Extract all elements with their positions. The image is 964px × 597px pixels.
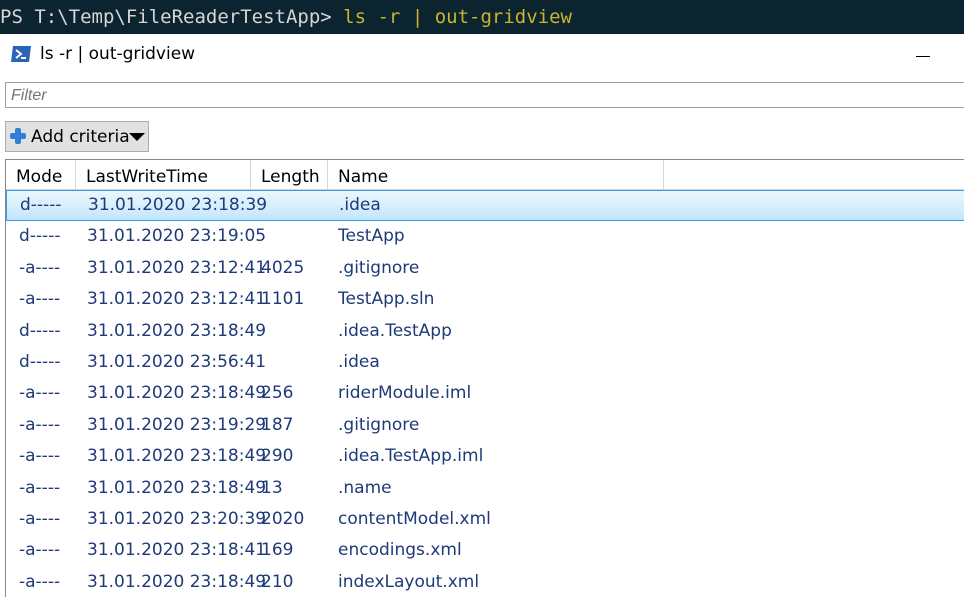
cell-lastwritetime: 31.01.2020 23:18:49 <box>87 446 267 467</box>
data-grid: Mode LastWriteTime Length Name d----- 31.… <box>5 159 964 597</box>
terminal-command: ls -r <box>343 6 401 28</box>
column-header-mode[interactable]: Mode <box>6 160 76 190</box>
window-title: ls -r | out-gridview <box>40 44 196 64</box>
cell-mode: -a---- <box>19 414 61 435</box>
gridview-window: ls -r | out-gridview Add criteria Mode L… <box>0 34 964 597</box>
cell-mode: d----- <box>19 226 61 247</box>
triangle-down-icon <box>129 133 145 141</box>
cell-length: 13 <box>261 477 283 498</box>
add-criteria-button[interactable]: Add criteria <box>5 121 149 152</box>
cell-length: 4025 <box>261 257 305 278</box>
cell-mode: -a---- <box>19 571 61 592</box>
terminal-line: PS T:\Temp\FileReaderTestApp> ls -r | ou… <box>0 0 964 34</box>
terminal-pipe: | <box>400 6 435 28</box>
table-row[interactable]: -a---- 31.01.2020 23:19:29 187 .gitignore <box>6 410 964 441</box>
cell-lastwritetime: 31.01.2020 23:56:41 <box>87 352 267 372</box>
cell-name: riderModule.iml <box>338 383 472 404</box>
cell-name: indexLayout.xml <box>338 571 480 592</box>
column-header-length[interactable]: Length <box>251 160 328 190</box>
title-bar[interactable]: ls -r | out-gridview <box>0 34 964 78</box>
cell-lastwritetime: 31.01.2020 23:18:49 <box>87 320 267 341</box>
cell-mode: -a---- <box>19 540 61 561</box>
table-row[interactable]: -a---- 31.01.2020 23:20:39 2020 contentMode… <box>6 504 964 535</box>
cell-name: .gitignore <box>338 414 420 435</box>
powershell-icon <box>10 45 32 63</box>
cell-name: .name <box>338 477 392 498</box>
table-row[interactable]: d----- 31.01.2020 23:19:05 TestApp <box>6 221 964 252</box>
table-row[interactable]: -a---- 31.01.2020 23:12:41 4025 .gitignore <box>6 253 964 284</box>
cell-mode: -a---- <box>19 477 61 498</box>
table-row[interactable]: d----- 31.01.2020 23:18:49 .idea.TestApp <box>6 316 964 347</box>
cell-mode: d----- <box>20 195 62 215</box>
cell-mode: -a---- <box>19 383 61 404</box>
minimize-button[interactable] <box>900 38 948 74</box>
cell-lastwritetime: 31.01.2020 23:18:41 <box>87 540 267 561</box>
cell-lastwritetime: 31.01.2020 23:18:49 <box>87 477 267 498</box>
terminal-prompt: PS T:\Temp\FileReaderTestApp> <box>0 6 344 28</box>
table-row[interactable]: d----- 31.01.2020 23:56:41 .idea <box>6 347 964 378</box>
cell-mode: d----- <box>19 352 61 372</box>
cell-mode: -a---- <box>19 446 61 467</box>
plus-icon <box>10 128 26 144</box>
add-criteria-label: Add criteria <box>31 127 130 147</box>
filter-input[interactable] <box>5 82 964 108</box>
cell-lastwritetime: 31.01.2020 23:18:49 <box>87 383 267 404</box>
cell-name: .gitignore <box>338 257 420 278</box>
cell-name: TestApp.sln <box>338 289 435 310</box>
cell-length: 290 <box>261 446 294 467</box>
cell-length: 2020 <box>261 509 305 529</box>
table-row[interactable]: -a---- 31.01.2020 23:18:49 13 .name <box>6 473 964 504</box>
cell-name: .idea.TestApp.iml <box>338 446 484 467</box>
cell-length: 187 <box>261 414 294 435</box>
table-row[interactable]: -a---- 31.01.2020 23:18:49 256 riderModule.… <box>6 378 964 409</box>
cell-mode: d----- <box>19 320 61 341</box>
cell-mode: -a---- <box>19 509 61 529</box>
table-row[interactable]: -a---- 31.01.2020 23:18:49 290 .idea.TestAp… <box>6 441 964 472</box>
cell-name: .idea <box>339 195 381 215</box>
cell-lastwritetime: 31.01.2020 23:19:05 <box>87 226 267 247</box>
table-row[interactable]: -a---- 31.01.2020 23:18:41 169 encodings.xm… <box>6 535 964 566</box>
cell-lastwritetime: 31.01.2020 23:20:39 <box>87 509 267 529</box>
table-row[interactable]: -a---- 31.01.2020 23:18:49 210 indexLayout.… <box>6 567 964 597</box>
cell-name: contentModel.xml <box>338 509 491 529</box>
table-row[interactable]: -a---- 31.01.2020 23:12:41 1101 TestApp.sln <box>6 284 964 315</box>
cell-name: encodings.xml <box>338 540 462 561</box>
column-header-name[interactable]: Name <box>328 160 664 190</box>
cell-lastwritetime: 31.01.2020 23:18:49 <box>87 571 267 592</box>
cell-length: 169 <box>261 540 294 561</box>
cell-lastwritetime: 31.01.2020 23:18:39 <box>88 195 268 215</box>
cell-name: .idea <box>338 352 380 372</box>
cell-length: 256 <box>261 383 294 404</box>
column-header-filler <box>664 160 964 190</box>
cell-mode: -a---- <box>19 257 61 278</box>
table-row[interactable]: d----- 31.01.2020 23:18:39 .idea <box>6 190 964 221</box>
cell-length: 210 <box>261 571 294 592</box>
column-header-lastwritetime[interactable]: LastWriteTime <box>76 160 251 190</box>
grid-header: Mode LastWriteTime Length Name <box>6 160 964 190</box>
cell-mode: -a---- <box>19 289 61 310</box>
cell-lastwritetime: 31.01.2020 23:12:41 <box>87 289 267 310</box>
cell-name: TestApp <box>338 226 405 247</box>
cell-length: 1101 <box>261 289 305 310</box>
terminal-command-2: out-gridview <box>434 6 572 28</box>
cell-lastwritetime: 31.01.2020 23:19:29 <box>87 414 267 435</box>
cell-lastwritetime: 31.01.2020 23:12:41 <box>87 257 267 278</box>
cell-name: .idea.TestApp <box>338 320 452 341</box>
